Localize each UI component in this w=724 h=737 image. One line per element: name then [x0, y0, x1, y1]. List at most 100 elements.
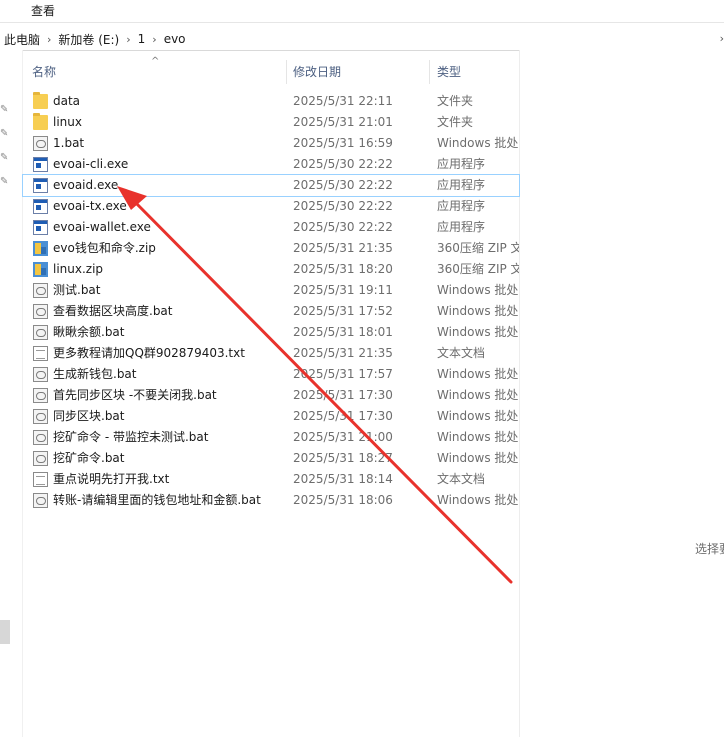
file-name: 重点说明先打开我.txt — [53, 472, 170, 486]
file-row[interactable]: 同步区块.bat 2025/5/31 17:30 Windows 批处 — [23, 406, 519, 427]
breadcrumb-folder-1[interactable]: 1 — [138, 32, 146, 46]
column-divider[interactable] — [286, 60, 287, 84]
breadcrumb-this-pc[interactable]: 此电脑 — [4, 31, 40, 48]
file-name: 挖矿命令 - 带监控未测试.bat — [53, 430, 209, 444]
breadcrumb-folder-evo[interactable]: evo — [164, 32, 186, 46]
file-row[interactable]: evoai-cli.exe 2025/5/30 22:22 应用程序 — [23, 154, 519, 175]
file-name: 测试.bat — [53, 283, 101, 297]
pin-icon: ✎ — [0, 176, 9, 187]
file-type: 文本文档 — [437, 472, 486, 486]
file-row[interactable]: 瞅瞅余额.bat 2025/5/31 18:01 Windows 批处 — [23, 322, 519, 343]
file-row[interactable]: 生成新钱包.bat 2025/5/31 17:57 Windows 批处 — [23, 364, 519, 385]
file-type: Windows 批处 — [437, 451, 519, 465]
breadcrumb: 此电脑 › 新加卷 (E:) › 1 › evo — [4, 31, 186, 47]
address-bar[interactable]: 此电脑 › 新加卷 (E:) › 1 › evo › — [0, 28, 724, 51]
file-row[interactable]: 1.bat 2025/5/31 16:59 Windows 批处 — [23, 133, 519, 154]
file-date: 2025/5/31 19:11 — [293, 283, 393, 297]
file-date: 2025/5/31 21:35 — [293, 346, 393, 360]
file-row[interactable]: evoai-wallet.exe 2025/5/30 22:22 应用程序 — [23, 217, 519, 238]
file-row[interactable]: 更多教程请加QQ群902879403.txt 2025/5/31 21:35 文本文… — [23, 343, 519, 364]
file-name: 转账-请编辑里面的钱包地址和金额.bat — [53, 493, 261, 507]
file-name: 同步区块.bat — [53, 409, 125, 423]
file-date: 2025/5/31 21:01 — [293, 115, 393, 129]
file-name: 1.bat — [53, 136, 85, 150]
exe-icon — [33, 178, 48, 193]
file-type: 文件夹 — [437, 115, 474, 129]
file-row[interactable]: linux 2025/5/31 21:01 文件夹 — [23, 112, 519, 133]
file-type: Windows 批处 — [437, 430, 519, 444]
file-type: 文件夹 — [437, 94, 474, 108]
file-date: 2025/5/31 17:30 — [293, 409, 393, 423]
bat-icon — [33, 304, 48, 319]
file-date: 2025/5/30 22:22 — [293, 157, 393, 171]
file-name: 挖矿命令.bat — [53, 451, 125, 465]
file-date: 2025/5/31 21:00 — [293, 430, 393, 444]
file-name: linux.zip — [53, 262, 104, 276]
address-dropdown-chevron-icon[interactable]: › — [720, 32, 724, 45]
file-row[interactable]: evoaid.exe 2025/5/30 22:22 应用程序 — [22, 174, 520, 197]
file-name: 更多教程请加QQ群902879403.txt — [53, 346, 245, 360]
file-row[interactable]: 挖矿命令.bat 2025/5/31 18:27 Windows 批处 — [23, 448, 519, 469]
file-name: 首先同步区块 -不要关闭我.bat — [53, 388, 217, 402]
bat-icon — [33, 388, 48, 403]
column-divider[interactable] — [429, 60, 430, 84]
file-row[interactable]: evoai-tx.exe 2025/5/30 22:22 应用程序 — [23, 196, 519, 217]
file-type: Windows 批处 — [437, 367, 519, 381]
file-date: 2025/5/31 21:35 — [293, 241, 393, 255]
column-header-date[interactable]: 修改日期 — [293, 60, 341, 84]
file-date: 2025/5/31 17:57 — [293, 367, 393, 381]
pin-icon: ✎ — [0, 104, 9, 115]
file-name: evoai-wallet.exe — [53, 220, 151, 234]
file-row[interactable]: data 2025/5/31 22:11 文件夹 — [23, 91, 519, 112]
file-date: 2025/5/31 18:01 — [293, 325, 393, 339]
chevron-right-icon[interactable]: › — [152, 33, 156, 46]
bat-icon — [33, 430, 48, 445]
file-date: 2025/5/30 22:22 — [293, 220, 393, 234]
exe-icon — [33, 199, 48, 214]
file-date: 2025/5/31 18:27 — [293, 451, 393, 465]
view-menu[interactable]: 查看 — [31, 2, 55, 19]
file-type: Windows 批处 — [437, 304, 519, 318]
pin-icon: ✎ — [0, 128, 9, 139]
file-row[interactable]: 转账-请编辑里面的钱包地址和金额.bat 2025/5/31 18:06 Windo… — [23, 490, 519, 511]
file-type: Windows 批处 — [437, 493, 519, 507]
file-row[interactable]: 首先同步区块 -不要关闭我.bat 2025/5/31 17:30 Windows … — [23, 385, 519, 406]
column-header-name[interactable]: 名称 — [32, 60, 56, 84]
bat-icon — [33, 136, 48, 151]
file-date: 2025/5/31 18:14 — [293, 472, 393, 486]
file-type: 应用程序 — [437, 178, 486, 192]
exe-icon — [33, 220, 48, 235]
file-type: Windows 批处 — [437, 409, 519, 423]
file-row[interactable]: 重点说明先打开我.txt 2025/5/31 18:14 文本文档 — [23, 469, 519, 490]
file-row[interactable]: evo钱包和命令.zip 2025/5/31 21:35 360压缩 ZIP 文 — [23, 238, 519, 259]
bat-icon — [33, 493, 48, 508]
file-date: 2025/5/30 22:22 — [293, 199, 393, 213]
file-row[interactable]: 挖矿命令 - 带监控未测试.bat 2025/5/31 21:00 Windows … — [23, 427, 519, 448]
file-name: evoai-tx.exe — [53, 199, 127, 213]
file-date: 2025/5/31 16:59 — [293, 136, 393, 150]
bat-icon — [33, 451, 48, 466]
navigation-pane: ✎ ✎ ✎ ✎ — [0, 50, 23, 737]
chevron-right-icon[interactable]: › — [126, 33, 130, 46]
folder-icon — [33, 113, 48, 130]
file-type: 360压缩 ZIP 文 — [437, 262, 519, 276]
file-type: Windows 批处 — [437, 325, 519, 339]
bat-icon — [33, 325, 48, 340]
file-type: 360压缩 ZIP 文 — [437, 241, 519, 255]
column-header-type[interactable]: 类型 — [437, 60, 461, 84]
file-type: Windows 批处 — [437, 136, 519, 150]
file-row[interactable]: linux.zip 2025/5/31 18:20 360压缩 ZIP 文 — [23, 259, 519, 280]
bat-icon — [33, 283, 48, 298]
file-name: linux — [53, 115, 82, 129]
chevron-right-icon[interactable]: › — [47, 33, 51, 46]
file-type: Windows 批处 — [437, 388, 519, 402]
nav-scrollbar[interactable] — [0, 620, 10, 644]
file-name: evoaid.exe — [53, 178, 119, 192]
txt-icon — [33, 346, 48, 361]
file-name: 瞅瞅余额.bat — [53, 325, 125, 339]
breadcrumb-drive-e[interactable]: 新加卷 (E:) — [58, 31, 119, 48]
file-row[interactable]: 查看数据区块高度.bat 2025/5/31 17:52 Windows 批处 — [23, 301, 519, 322]
file-row[interactable]: 测试.bat 2025/5/31 19:11 Windows 批处 — [23, 280, 519, 301]
bat-icon — [33, 367, 48, 382]
file-type: Windows 批处 — [437, 283, 519, 297]
